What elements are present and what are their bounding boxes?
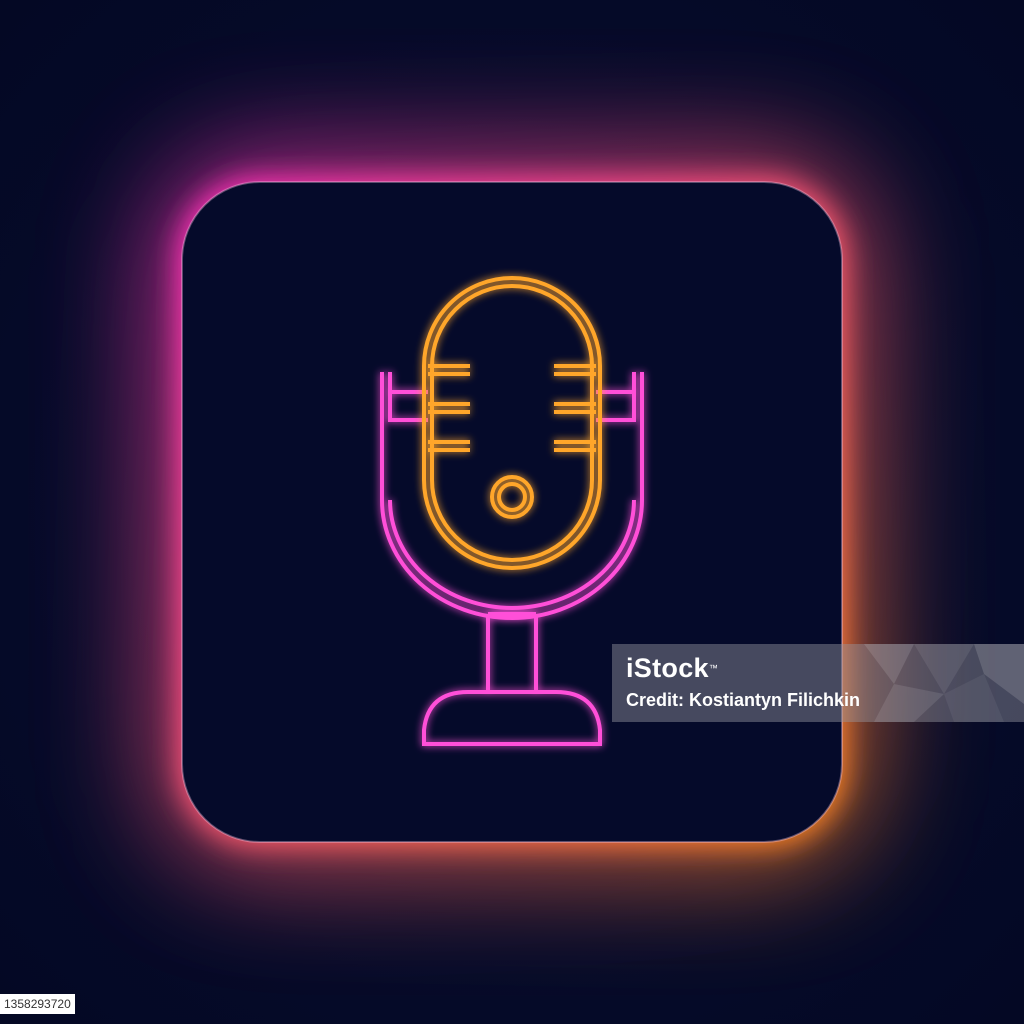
watermark-pattern [864,644,1024,722]
stock-image-id: 1358293720 [0,994,75,1014]
watermark-credit: Credit: Kostiantyn Filichkin [626,690,861,710]
watermark-brand: iStock™ [626,653,719,683]
neon-microphone-icon [150,150,874,874]
image-canvas: iStock™ Credit: Kostiantyn Filichkin 135… [0,0,1024,1024]
istock-watermark: iStock™ Credit: Kostiantyn Filichkin [612,644,1024,722]
